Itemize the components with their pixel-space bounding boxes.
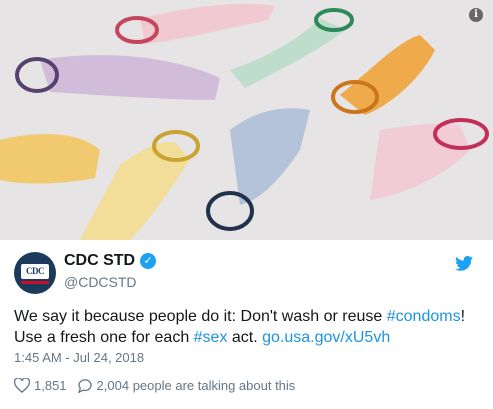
tweet-photo[interactable]: i xyxy=(0,0,493,240)
tweet-header: CDC CDC STD ✓ @CDCSTD xyxy=(14,250,479,296)
tweet-text: We say it because people do it: Don't wa… xyxy=(14,306,484,348)
verified-badge-icon: ✓ xyxy=(140,253,157,269)
avatar[interactable]: CDC xyxy=(14,252,56,294)
comment-bubble-icon xyxy=(77,379,92,393)
tweet-link[interactable]: go.usa.gov/xU5vh xyxy=(262,329,390,346)
like-action[interactable]: 1,851 xyxy=(14,378,67,393)
embedded-tweet: i CDC CDC STD ✓ @CDCSTD We say it becaus… xyxy=(0,0,493,409)
info-icon[interactable]: i xyxy=(469,8,483,22)
logo-stripe xyxy=(21,281,49,284)
tweet-actions: 1,851 2,004 people are talking about thi… xyxy=(14,378,305,393)
cdc-logo: CDC xyxy=(21,264,49,279)
timestamp[interactable]: 1:45 AM - Jul 24, 2018 xyxy=(14,350,144,365)
tweet-text-part1: We say it because people do it: Don't wa… xyxy=(14,308,387,325)
hashtag-sex[interactable]: #sex xyxy=(194,329,228,346)
condoms-photo xyxy=(0,0,493,240)
handle[interactable]: @CDCSTD xyxy=(64,274,137,290)
name-line: CDC STD ✓ xyxy=(64,252,157,270)
display-name[interactable]: CDC STD xyxy=(64,252,135,270)
comments-text: 2,004 people are talking about this xyxy=(96,378,296,393)
heart-icon xyxy=(14,378,30,393)
tweet-text-part3: act. xyxy=(227,329,263,346)
hashtag-condoms[interactable]: #condoms xyxy=(387,308,461,325)
comment-action[interactable]: 2,004 people are talking about this xyxy=(77,378,296,393)
like-count: 1,851 xyxy=(34,378,67,393)
twitter-bird-icon[interactable] xyxy=(455,256,473,271)
